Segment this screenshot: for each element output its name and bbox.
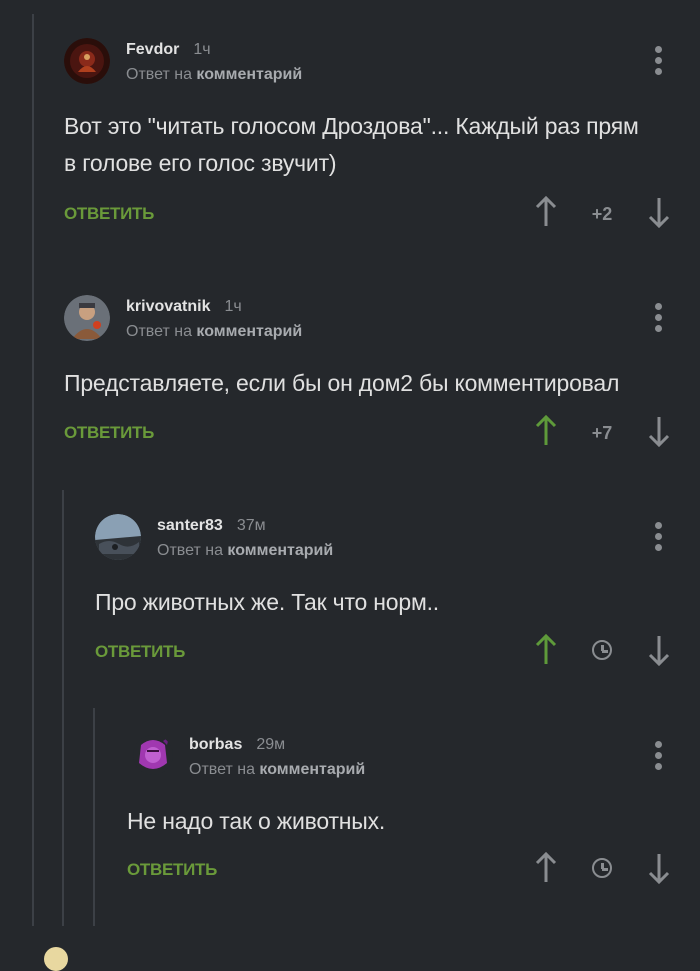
clock-icon xyxy=(592,858,612,878)
username[interactable]: borbas 29м xyxy=(189,736,285,754)
comment-text: Не надо так о животных. xyxy=(127,808,386,834)
downvote-icon[interactable] xyxy=(647,415,671,447)
comment-time: 1ч xyxy=(224,298,242,315)
thread-line-level-2 xyxy=(93,708,95,926)
reply-button[interactable]: ОТВЕТИТЬ xyxy=(64,204,154,224)
reply-to-label: Ответ на комментарий xyxy=(126,323,303,340)
comment-krivovatnik: krivovatnik 1ч Ответ на комментарий Предс… xyxy=(64,295,684,455)
comment-text: Про животных же. Так что норм.. xyxy=(95,589,439,615)
upvote-icon[interactable] xyxy=(534,196,558,228)
reply-button[interactable]: ОТВЕТИТЬ xyxy=(64,423,154,443)
reply-to-label: Ответ на комментарий xyxy=(126,66,303,83)
reply-to-link[interactable]: комментарий xyxy=(196,323,302,340)
comment-borbas: borbas 29м Ответ на комментарий Не надо т… xyxy=(127,733,684,893)
reply-to-label: Ответ на комментарий xyxy=(157,542,334,559)
comment-time: 29м xyxy=(256,736,286,753)
comment-santer83: santer83 37м Ответ на комментарий Про жив… xyxy=(95,514,684,674)
upvote-icon[interactable] xyxy=(534,852,558,884)
thread-line-level-0 xyxy=(32,14,34,926)
comment-fevdor: Fevdor 1ч Ответ на комментарий Вот это "ч… xyxy=(64,38,684,238)
avatar[interactable] xyxy=(64,295,110,341)
username[interactable]: Fevdor 1ч xyxy=(126,41,211,59)
upvote-icon[interactable] xyxy=(534,415,558,447)
reply-to-link[interactable]: комментарий xyxy=(259,761,365,778)
comment-time: 1ч xyxy=(193,41,211,58)
clock-icon xyxy=(592,640,612,660)
username[interactable]: santer83 37м xyxy=(157,517,266,535)
comment-text: Представляете, если бы он дом2 бы коммен… xyxy=(64,370,620,396)
reply-button[interactable]: ОТВЕТИТЬ xyxy=(95,642,185,662)
downvote-icon[interactable] xyxy=(647,196,671,228)
avatar[interactable] xyxy=(64,38,110,84)
username[interactable]: krivovatnik 1ч xyxy=(126,298,242,316)
avatar[interactable] xyxy=(133,735,173,775)
reply-to-link[interactable]: комментарий xyxy=(196,66,302,83)
downvote-icon[interactable] xyxy=(647,852,671,884)
reply-button[interactable]: ОТВЕТИТЬ xyxy=(127,860,217,880)
rating-value: +2 xyxy=(591,204,613,224)
more-options-icon[interactable] xyxy=(655,522,663,552)
downvote-icon[interactable] xyxy=(647,634,671,666)
avatar[interactable] xyxy=(95,514,141,560)
more-options-icon[interactable] xyxy=(655,741,663,771)
next-comment-avatar[interactable] xyxy=(44,947,68,971)
reply-to-link[interactable]: комментарий xyxy=(227,542,333,559)
comment-text: Вот это "читать голосом Дроздова"... Каж… xyxy=(64,113,639,176)
reply-to-label: Ответ на комментарий xyxy=(189,761,366,778)
rating-value: +7 xyxy=(591,423,613,443)
upvote-icon[interactable] xyxy=(534,634,558,666)
comment-time: 37м xyxy=(236,517,266,534)
more-options-icon[interactable] xyxy=(655,46,663,76)
thread-line-level-1 xyxy=(62,490,64,926)
more-options-icon[interactable] xyxy=(655,303,663,333)
